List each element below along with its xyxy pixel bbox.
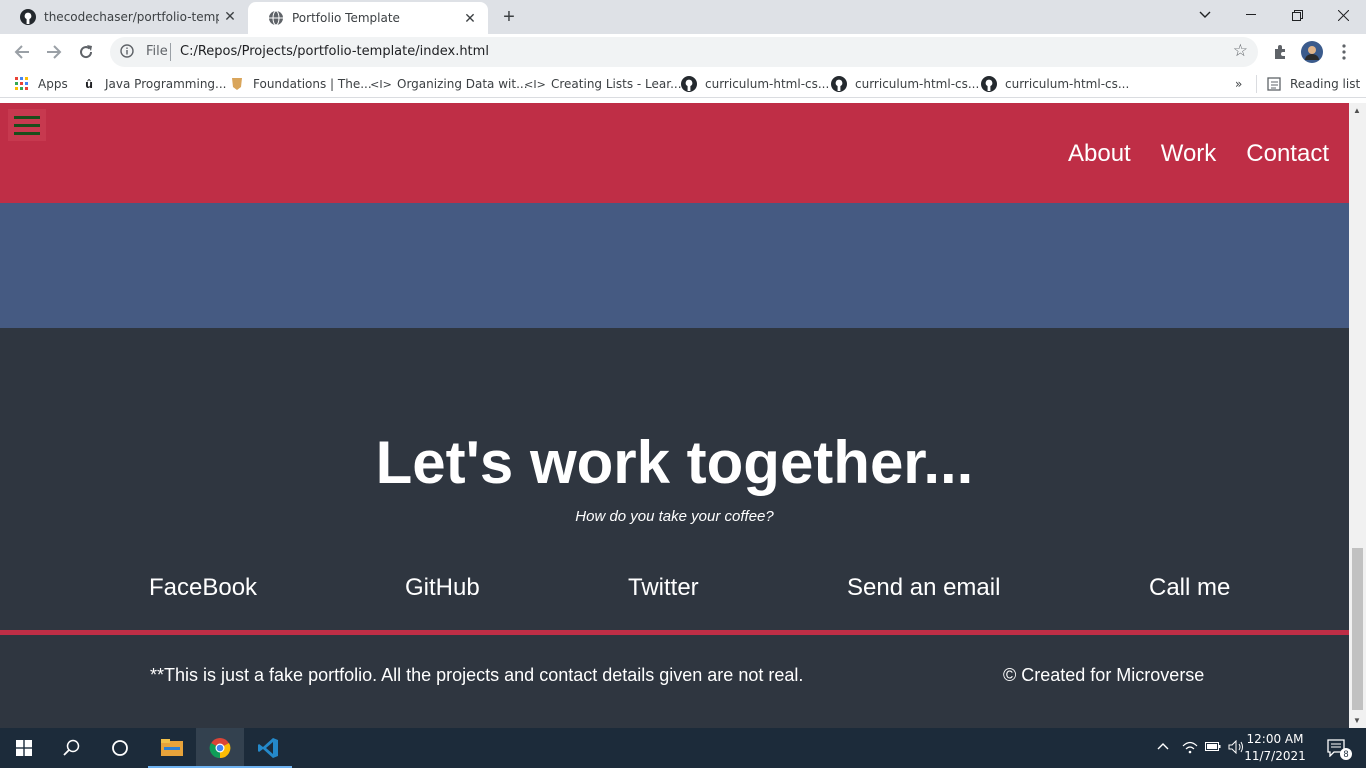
system-clock[interactable]: 12:00 AM 11/7/2021 [1244, 731, 1306, 765]
bookmark-item[interactable]: <I> Creating Lists - Lear... [524, 76, 682, 92]
url-scheme: File [146, 44, 168, 59]
code-icon: <I> [524, 77, 546, 91]
notification-count: 8 [1340, 748, 1352, 760]
twitter-link[interactable]: Twitter [628, 574, 699, 602]
odin-icon [229, 76, 245, 92]
github-link[interactable]: GitHub [405, 574, 480, 602]
bookmark-label: curriculum-html-cs... [705, 77, 830, 91]
nav-link-about[interactable]: About [1068, 140, 1131, 168]
contact-heading: Let's work together... [375, 429, 974, 496]
section-band [0, 203, 1349, 328]
address-bar[interactable]: File C:/Repos/Projects/portfolio-templat… [110, 37, 1258, 67]
reload-icon[interactable] [74, 40, 98, 64]
tab-strip: thecodechaser/portfolio-templat ✕ Portfo… [0, 0, 1366, 34]
profile-avatar[interactable] [1300, 40, 1324, 64]
bookmark-label: Apps [38, 77, 68, 91]
notifications-icon[interactable]: 8 [1314, 728, 1358, 768]
github-icon [20, 9, 36, 25]
file-explorer-icon[interactable] [148, 728, 196, 768]
tab-title: thecodechaser/portfolio-templat [44, 10, 219, 24]
page-viewport: About Work Contact Let's work together..… [0, 103, 1349, 728]
github-icon [981, 76, 997, 92]
bookmarks-overflow-button[interactable]: » [1235, 76, 1242, 92]
bookmark-label: Organizing Data wit... [397, 77, 528, 91]
back-arrow-icon[interactable] [10, 40, 34, 64]
scrollbar-thumb[interactable] [1352, 548, 1363, 710]
tab-github[interactable]: thecodechaser/portfolio-templat ✕ [0, 0, 248, 34]
page-scrollbar[interactable]: ▲ ▼ [1349, 103, 1366, 728]
separator [170, 43, 171, 61]
bookmark-label: curriculum-html-cs... [1005, 77, 1130, 91]
call-link[interactable]: Call me [1149, 574, 1230, 602]
new-tab-button[interactable]: + [498, 6, 520, 28]
bookmark-label: Java Programming... [105, 77, 227, 91]
bookmark-apps[interactable]: Apps [14, 76, 68, 92]
wifi-icon[interactable] [1182, 740, 1198, 757]
browser-toolbar: File C:/Repos/Projects/portfolio-templat… [0, 34, 1366, 70]
bookmark-item[interactable]: curriculum-html-cs... [831, 76, 979, 92]
github-icon [831, 76, 847, 92]
extensions-icon[interactable] [1268, 40, 1292, 64]
bookmark-star-icon[interactable]: ☆ [1233, 41, 1248, 61]
site-header: About Work Contact [0, 103, 1349, 203]
globe-icon [268, 10, 284, 26]
tab-portfolio[interactable]: Portfolio Template ✕ [248, 2, 488, 34]
menu-kebab-icon[interactable] [1332, 40, 1356, 64]
clock-time: 12:00 AM [1246, 732, 1304, 746]
footer-disclaimer: **This is just a fake portfolio. All the… [150, 665, 804, 685]
facebook-link[interactable]: FaceBook [149, 574, 257, 602]
scroll-up-icon[interactable]: ▲ [1353, 106, 1361, 115]
clock-date: 11/7/2021 [1244, 749, 1306, 763]
tab-search-icon[interactable] [1182, 0, 1228, 30]
separator [1256, 75, 1257, 93]
minimize-button[interactable] [1228, 0, 1274, 30]
contact-section: Let's work together... How do you take y… [0, 328, 1349, 728]
reading-list-button[interactable]: Reading list [1266, 76, 1360, 92]
windows-taskbar: 12:00 AM 11/7/2021 8 [0, 728, 1366, 768]
email-link[interactable]: Send an email [847, 574, 1000, 602]
cortana-icon[interactable] [96, 728, 144, 768]
footer-divider [0, 630, 1349, 635]
github-icon [681, 76, 697, 92]
close-window-button[interactable] [1320, 0, 1366, 30]
hamburger-menu-icon[interactable] [8, 109, 46, 141]
close-tab-icon[interactable]: ✕ [222, 9, 238, 25]
tab-title: Portfolio Template [292, 11, 400, 25]
bookmarks-bar: Apps û Java Programming... Foundations |… [0, 70, 1366, 98]
apps-grid-icon [14, 76, 30, 92]
nav-link-contact[interactable]: Contact [1246, 140, 1329, 168]
footer-credit: © Created for Microverse [1003, 665, 1205, 685]
chrome-taskbar-icon[interactable] [196, 728, 244, 768]
restore-button[interactable] [1274, 0, 1320, 30]
code-icon: <I> [370, 77, 392, 91]
bookmark-label: Foundations | The... [253, 77, 372, 91]
forward-arrow-icon[interactable] [42, 40, 66, 64]
windows-start-icon[interactable] [0, 728, 48, 768]
bookmark-item[interactable]: curriculum-html-cs... [681, 76, 829, 92]
close-tab-icon[interactable]: ✕ [462, 11, 478, 27]
contact-subheading: How do you take your coffee? [575, 508, 774, 525]
url-text[interactable]: C:/Repos/Projects/portfolio-template/ind… [180, 44, 489, 59]
chevron-up-icon[interactable] [1157, 740, 1169, 754]
battery-icon[interactable] [1205, 740, 1221, 755]
bookmark-label: curriculum-html-cs... [855, 77, 980, 91]
udemy-icon: û [85, 77, 93, 91]
bookmark-item[interactable]: Foundations | The... [229, 76, 372, 92]
scroll-down-icon[interactable]: ▼ [1353, 716, 1361, 725]
vscode-icon[interactable] [244, 728, 292, 768]
bookmark-item[interactable]: û Java Programming... [81, 76, 226, 92]
main-nav: About Work Contact [1068, 140, 1329, 168]
bookmark-label: Creating Lists - Lear... [551, 77, 682, 91]
bookmark-item[interactable]: curriculum-html-cs... [981, 76, 1129, 92]
reading-list-label: Reading list [1290, 77, 1361, 91]
reading-list-icon [1266, 76, 1282, 92]
bookmark-item[interactable]: <I> Organizing Data wit... [370, 76, 528, 92]
search-icon[interactable] [48, 728, 96, 768]
info-icon[interactable] [120, 44, 134, 62]
nav-link-work[interactable]: Work [1161, 140, 1217, 168]
